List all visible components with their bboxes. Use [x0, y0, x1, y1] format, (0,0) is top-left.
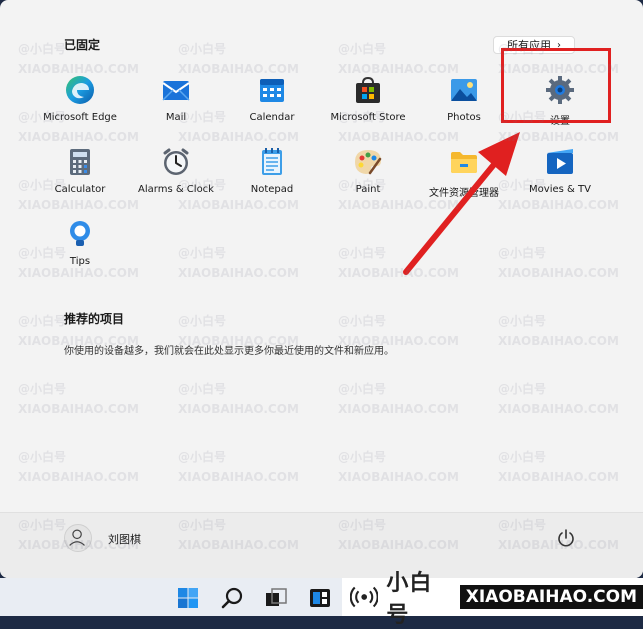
- app-tile-calculator[interactable]: Calculator: [32, 142, 128, 214]
- brand-name: 小白号: [386, 571, 433, 628]
- windows-start-icon[interactable]: [176, 586, 200, 610]
- task-view-icon[interactable]: [264, 586, 288, 610]
- brand-watermark: 小白号 XIAOBAIHAO.COM: [342, 571, 643, 628]
- folder-icon: [451, 152, 477, 173]
- broadcast-icon: [350, 586, 379, 608]
- app-tile-store[interactable]: Microsoft Store: [320, 70, 416, 142]
- app-tile-edge[interactable]: Microsoft Edge: [32, 70, 128, 142]
- app-tile-calendar[interactable]: Calendar: [224, 70, 320, 142]
- app-tile-paint[interactable]: Paint: [320, 142, 416, 214]
- clock-icon: [163, 148, 189, 175]
- app-label: Movies & TV: [529, 184, 591, 195]
- app-label: Microsoft Store: [330, 112, 406, 123]
- app-label: Microsoft Edge: [43, 112, 117, 123]
- lightbulb-icon: [70, 221, 90, 246]
- calendar-icon: [260, 79, 284, 102]
- user-name[interactable]: 刘图棋: [108, 531, 141, 547]
- recommended-description: 你使用的设备越多，我们就会在此处显示更多你最近使用的文件和新应用。: [64, 346, 394, 357]
- pinned-title: 已固定: [64, 38, 101, 52]
- photos-icon: [451, 79, 477, 101]
- app-tile-alarms[interactable]: Alarms & Clock: [128, 142, 224, 214]
- app-label: Mail: [165, 112, 187, 123]
- app-label: Alarms & Clock: [138, 184, 214, 195]
- recommended-title: 推荐的项目: [64, 312, 125, 326]
- app-label: Notepad: [250, 184, 294, 195]
- notepad-icon: [262, 148, 282, 175]
- annotation-highlight-box: [501, 48, 611, 123]
- calculator-icon: [70, 149, 90, 175]
- user-avatar[interactable]: [64, 524, 92, 552]
- app-tile-file-explorer[interactable]: 文件资源管理器: [416, 142, 512, 214]
- mail-icon: [162, 81, 190, 101]
- app-tile-tips[interactable]: Tips: [32, 214, 128, 286]
- app-label: 文件资源管理器: [429, 188, 499, 199]
- app-label: Calendar: [249, 112, 295, 123]
- person-icon: [69, 529, 85, 546]
- app-label: Photos: [447, 112, 481, 123]
- brand-domain: XIAOBAIHAO.COM: [459, 585, 643, 609]
- edge-icon: [66, 76, 94, 104]
- app-label: Calculator: [54, 184, 106, 195]
- app-tile-mail[interactable]: Mail: [128, 70, 224, 142]
- movies-icon: [547, 149, 573, 174]
- search-icon[interactable]: [221, 586, 245, 610]
- app-tile-photos[interactable]: Photos: [416, 70, 512, 142]
- power-icon[interactable]: [556, 528, 576, 548]
- store-icon: [356, 76, 380, 103]
- app-tile-notepad[interactable]: Notepad: [224, 142, 320, 214]
- widgets-icon[interactable]: [308, 586, 332, 610]
- start-footer: [0, 512, 643, 578]
- app-label: Tips: [69, 256, 91, 267]
- app-tile-movies[interactable]: Movies & TV: [512, 142, 608, 214]
- paint-icon: [355, 150, 382, 175]
- app-label: Paint: [355, 184, 381, 195]
